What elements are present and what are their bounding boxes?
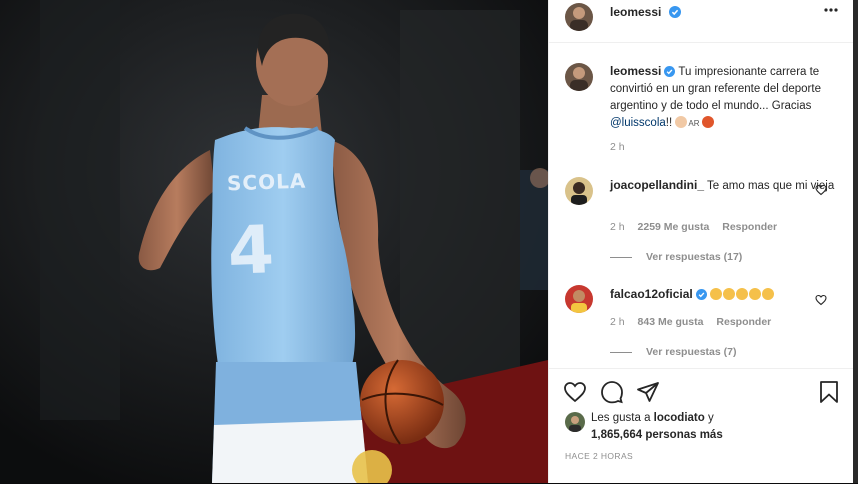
basketball-emoji-icon [701,116,714,128]
flag-text: AR [688,119,700,128]
caption: leomessi Tu impresionante carrera te con… [610,63,835,132]
likes-summary: Les gusta a locodiato y 1,865,664 person… [591,410,723,444]
author-username[interactable]: leomessi [610,5,661,19]
caption-username[interactable]: leomessi [610,64,661,78]
comment-likes[interactable]: 2259 Me gusta [638,221,710,233]
reply-button[interactable]: Responder [716,316,771,328]
player-photo [0,0,548,483]
likes-prefix: Les gusta a [591,412,651,424]
view-replies-button[interactable]: Ver respuestas (7) [610,346,736,358]
replies-divider [610,351,632,353]
liker-avatar[interactable] [565,412,585,432]
window-edge [853,0,858,483]
likes-suffix[interactable]: personas más [645,429,722,441]
caption-mention-link[interactable]: @luisscola [610,117,666,129]
verified-badge-icon [668,6,681,18]
clapping-emoji-icon [675,116,688,128]
comment-username[interactable]: falcao12oficial [610,287,693,301]
post-timestamp[interactable]: HACE 2 HORAS [565,451,633,461]
post-side-panel: leomessi leomessi Tu impresionante carre… [548,0,854,483]
author-avatar[interactable] [565,3,593,31]
comment-avatar[interactable] [565,285,593,313]
caption-avatar[interactable] [565,63,593,91]
comment-1: joacopellandini_ Te amo mas que mi vieja [610,177,835,195]
comment-meta: 2 h 843 Me gusta Responder [610,316,781,328]
replies-divider [610,256,632,258]
like-comment-heart-icon[interactable] [815,293,827,311]
comment-time: 2 h [610,221,625,233]
comment-username[interactable]: joacopellandini_ [610,178,704,192]
comment-avatar[interactable] [565,177,593,205]
caption-suffix: !! [665,117,673,129]
more-options-icon[interactable] [823,2,839,23]
comment-icon[interactable] [600,380,624,409]
likes-count[interactable]: 1,865,664 [591,429,642,441]
reply-button[interactable]: Responder [722,221,777,233]
comment-time: 2 h [610,316,625,328]
comment-meta: 2 h 2259 Me gusta Responder [610,221,787,233]
post-header: leomessi [549,0,854,43]
post-photo[interactable]: SCOLA 4 [0,0,548,483]
liker-username[interactable]: locodiato [654,412,705,424]
likes-conj: y [708,412,714,424]
verified-badge-icon [695,289,707,300]
share-icon[interactable] [636,380,660,409]
clapping-emoji-icon [709,288,775,301]
jersey-number: 4 [226,211,276,290]
post-actions: Les gusta a locodiato y 1,865,664 person… [549,368,854,484]
comment-likes[interactable]: 843 Me gusta [638,316,704,328]
like-comment-heart-icon[interactable] [815,183,827,201]
jersey-name: SCOLA [226,168,307,196]
caption-time: 2 h [610,141,625,153]
view-replies-button[interactable]: Ver respuestas (17) [610,251,742,263]
bookmark-icon[interactable] [817,380,841,409]
comment-2: falcao12oficial [610,286,835,304]
like-heart-icon[interactable] [563,380,587,409]
verified-badge-icon [664,66,676,77]
